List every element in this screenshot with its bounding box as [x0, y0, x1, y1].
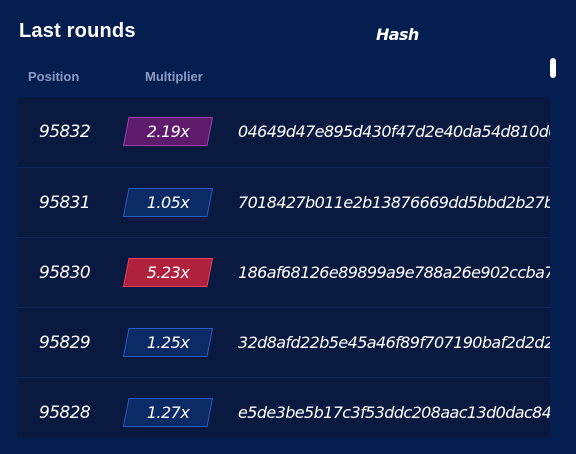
table-row[interactable]: 95830 5.23x 186af68126e89899a9e788a26e90… — [17, 237, 550, 307]
multiplier-value: 2.19x — [146, 122, 190, 141]
round-hash: 186af68126e89899a9e788a26e902ccba72d — [238, 263, 550, 282]
multiplier-badge: 5.23x — [123, 258, 213, 287]
column-header-hash: Hash — [376, 25, 419, 44]
table-row[interactable]: 95831 1.05x 7018427b011e2b13876669dd5bbd… — [17, 167, 550, 237]
rounds-table: 95832 2.19x 04649d47e895d430f47d2e40da54… — [17, 97, 550, 438]
multiplier-badge: 1.05x — [123, 188, 213, 217]
column-header-position: Position — [28, 69, 80, 84]
column-header-multiplier: Multiplier — [145, 69, 203, 84]
multiplier-value: 5.23x — [146, 263, 190, 282]
round-hash: 04649d47e895d430f47d2e40da54d810d043 — [238, 122, 550, 141]
multiplier-badge: 2.19x — [123, 117, 213, 146]
multiplier-value: 1.27x — [146, 403, 190, 422]
table-row[interactable]: 95828 1.27x e5de3be5b17c3f53ddc208aac13d… — [17, 377, 550, 438]
table-row[interactable]: 95832 2.19x 04649d47e895d430f47d2e40da54… — [17, 97, 550, 167]
round-hash: e5de3be5b17c3f53ddc208aac13d0dac84cf1 — [238, 403, 550, 422]
round-hash: 32d8afd22b5e45a46f89f707190baf2d2d290 — [238, 333, 550, 352]
round-hash: 7018427b011e2b13876669dd5bbd2b27b312 — [238, 193, 550, 212]
last-rounds-panel: Last rounds Position Multiplier Hash 958… — [0, 0, 576, 454]
round-position: 95831 — [39, 193, 91, 213]
scrollbar-thumb[interactable] — [550, 58, 556, 78]
round-position: 95832 — [39, 122, 91, 142]
multiplier-badge: 1.27x — [123, 398, 213, 427]
round-position: 95829 — [39, 333, 91, 353]
round-position: 95828 — [39, 403, 91, 423]
multiplier-value: 1.05x — [146, 193, 190, 212]
round-position: 95830 — [39, 263, 91, 283]
multiplier-badge: 1.25x — [123, 328, 213, 357]
table-row[interactable]: 95829 1.25x 32d8afd22b5e45a46f89f707190b… — [17, 307, 550, 377]
panel-title: Last rounds — [19, 20, 136, 42]
multiplier-value: 1.25x — [146, 333, 190, 352]
